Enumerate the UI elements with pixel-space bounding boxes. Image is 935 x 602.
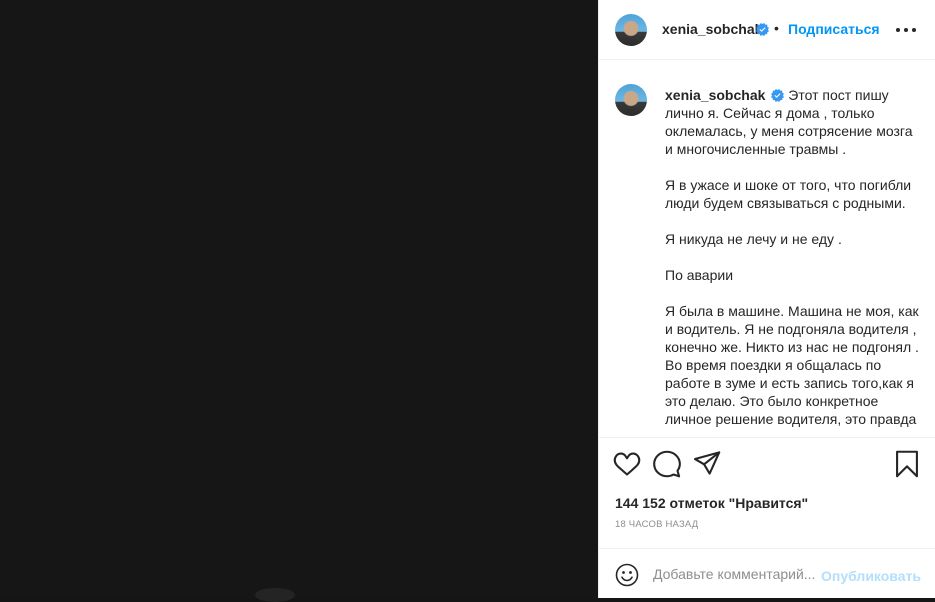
caption-username[interactable]: xenia_sobchak xyxy=(665,87,765,103)
post-media[interactable] xyxy=(0,0,598,602)
header-separator: • xyxy=(774,20,779,36)
post-side-panel: xenia_sobchak • Подписаться xenia_sobcha… xyxy=(598,0,935,598)
paper-plane-icon[interactable] xyxy=(693,450,721,478)
verified-badge-icon xyxy=(756,23,769,36)
post-header: xenia_sobchak • Подписаться xyxy=(599,0,935,60)
emoji-smile-icon[interactable] xyxy=(615,563,639,587)
caption-paragraph: Я была в машине. Машина не моя, как и во… xyxy=(665,303,919,427)
comment-input[interactable] xyxy=(653,561,819,587)
like-count[interactable]: 144 152 отметок "Нравится" xyxy=(615,495,808,511)
add-comment-section: Опубликовать xyxy=(599,548,935,598)
caption-section[interactable]: xenia_sobchak Этот пост пишу лично я. Се… xyxy=(599,60,935,438)
more-options-icon[interactable] xyxy=(896,28,916,34)
heart-icon[interactable] xyxy=(613,450,641,478)
profile-avatar[interactable] xyxy=(615,14,647,46)
comment-icon[interactable] xyxy=(653,450,681,478)
action-bar xyxy=(599,450,935,480)
post-timestamp[interactable]: 18 часов назад xyxy=(615,519,698,530)
caption-paragraph: Я в ужасе и шоке от того, что погибли лю… xyxy=(665,177,912,211)
caption-paragraph: По аварии xyxy=(665,267,734,283)
publish-button[interactable]: Опубликовать xyxy=(821,568,921,584)
header-username[interactable]: xenia_sobchak xyxy=(662,21,762,37)
caption-paragraph: Я никуда не лечу и не еду . xyxy=(665,231,842,247)
verified-badge-icon xyxy=(771,89,785,102)
bookmark-icon[interactable] xyxy=(893,450,921,478)
follow-button[interactable]: Подписаться xyxy=(788,21,880,37)
post-caption: xenia_sobchak Этот пост пишу лично я. Се… xyxy=(665,86,921,437)
caption-avatar[interactable] xyxy=(615,84,647,116)
